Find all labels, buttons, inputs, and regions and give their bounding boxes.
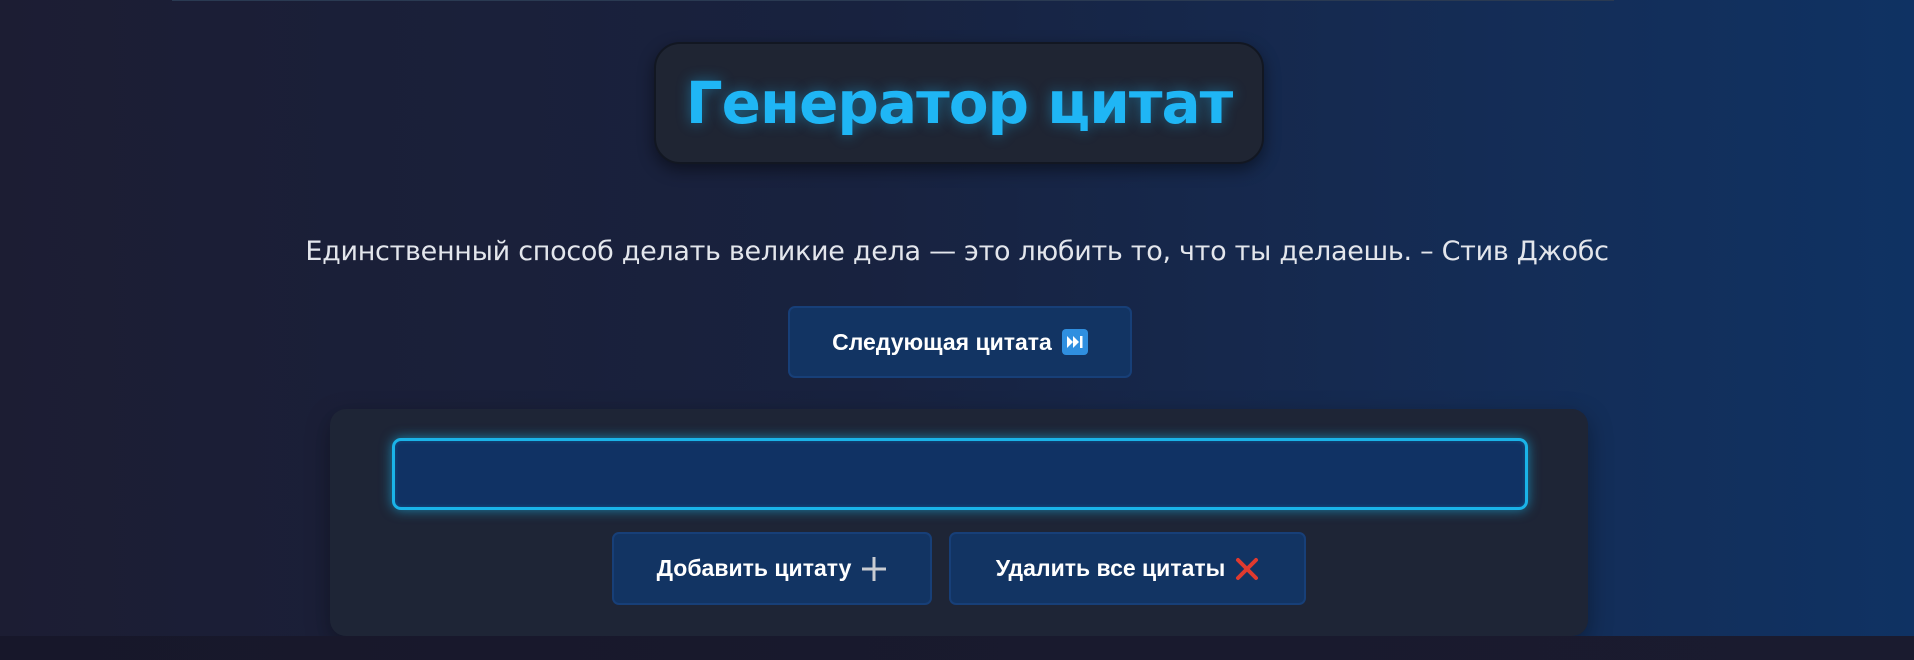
add-quote-panel: Добавить цитату Удалить все цитаты: [330, 409, 1588, 636]
page-title: Генератор цитат: [685, 69, 1234, 137]
top-divider: [172, 0, 1614, 1]
add-quote-button[interactable]: Добавить цитату: [612, 532, 932, 605]
title-card: Генератор цитат: [654, 42, 1264, 164]
delete-all-quotes-button[interactable]: Удалить все цитаты: [949, 532, 1306, 605]
next-quote-label: Следующая цитата: [832, 328, 1052, 355]
quote-text: Единственный способ делать великие дела …: [305, 236, 1609, 267]
red-cross-icon: [1235, 557, 1259, 581]
add-quote-label: Добавить цитату: [656, 555, 852, 581]
next-track-icon: [1061, 329, 1088, 355]
delete-all-quotes-label: Удалить все цитаты: [995, 555, 1226, 581]
quote-input[interactable]: [392, 438, 1528, 510]
next-quote-button[interactable]: Следующая цитата: [788, 306, 1132, 378]
plus-icon: [861, 556, 887, 582]
bottom-band: [0, 636, 1914, 660]
